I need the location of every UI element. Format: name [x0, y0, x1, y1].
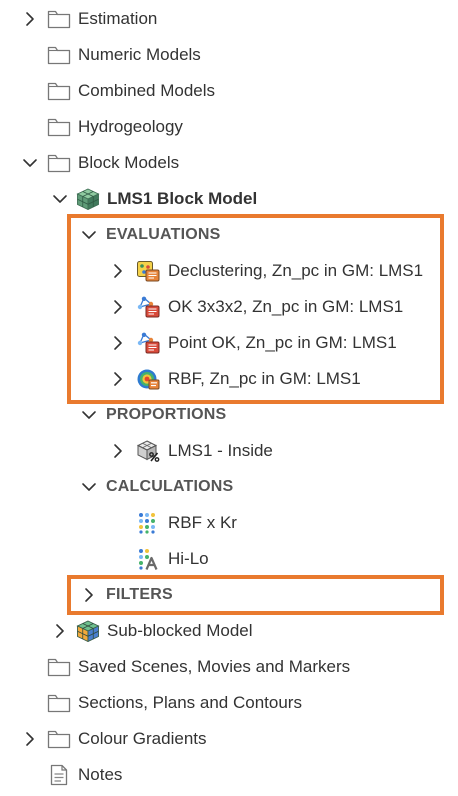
chevron-right-icon[interactable]	[22, 731, 38, 747]
chevron-right-icon[interactable]	[110, 443, 126, 459]
tree-item-evaluation[interactable]: Point OK, Zn_pc in GM: LMS1	[0, 325, 458, 361]
tree-section-calculations[interactable]: CALCULATIONS	[0, 469, 458, 505]
evaluation-icon	[136, 296, 160, 318]
tree-item-label: Estimation	[78, 9, 158, 28]
chevron-right-icon[interactable]	[52, 623, 68, 639]
tree-item-evaluation[interactable]: Declustering, Zn_pc in GM: LMS1	[0, 253, 458, 289]
chevron-down-icon[interactable]	[81, 227, 97, 243]
calculation-icon	[136, 512, 160, 534]
tree-item-saved-scenes[interactable]: Saved Scenes, Movies and Markers	[0, 649, 458, 685]
chevron-right-icon[interactable]	[22, 11, 38, 27]
tree-item-label: LMS1 Block Model	[107, 189, 258, 208]
tree-item-notes[interactable]: Notes	[0, 757, 458, 793]
tree-item-evaluation[interactable]: OK 3x3x2, Zn_pc in GM: LMS1	[0, 289, 458, 325]
notes-icon	[47, 764, 71, 786]
tree-section-filters[interactable]: FILTERS	[0, 577, 458, 613]
sub-blocked-model-icon	[76, 620, 100, 642]
tree-item-label: RBF x Kr	[168, 513, 237, 532]
tree-section-evaluations[interactable]: EVALUATIONS	[0, 217, 458, 253]
folder-icon	[47, 692, 71, 714]
section-label: CALCULATIONS	[106, 478, 234, 495]
chevron-down-icon[interactable]	[81, 479, 97, 495]
tree-item-label: Hi-Lo	[168, 549, 209, 568]
tree-item-calculation[interactable]: Hi-Lo	[0, 541, 458, 577]
tree-item-sub-blocked-model[interactable]: Sub-blocked Model	[0, 613, 458, 649]
tree-item-label: Sub-blocked Model	[107, 621, 253, 640]
chevron-right-icon[interactable]	[81, 587, 97, 603]
chevron-down-icon[interactable]	[22, 155, 38, 171]
project-tree: Estimation Numeric Models Combined Model…	[0, 0, 458, 796]
chevron-right-icon[interactable]	[110, 299, 126, 315]
category-calculation-icon	[136, 548, 160, 570]
section-label: FILTERS	[106, 586, 173, 603]
tree-item-block-models[interactable]: Block Models	[0, 145, 458, 181]
tree-item-estimation[interactable]: Estimation	[0, 1, 458, 37]
tree-item-label: RBF, Zn_pc in GM: LMS1	[168, 369, 361, 388]
folder-icon	[47, 728, 71, 750]
folder-icon	[47, 116, 71, 138]
section-label: EVALUATIONS	[106, 226, 221, 243]
tree-item-label: Combined Models	[78, 81, 216, 100]
folder-icon	[47, 44, 71, 66]
tree-item-colour-gradients[interactable]: Colour Gradients	[0, 721, 458, 757]
tree-item-label: Saved Scenes, Movies and Markers	[78, 657, 351, 676]
tree-item-evaluation[interactable]: RBF, Zn_pc in GM: LMS1	[0, 361, 458, 397]
chevron-right-icon[interactable]	[110, 263, 126, 279]
chevron-right-icon[interactable]	[110, 371, 126, 387]
tree-item-label: OK 3x3x2, Zn_pc in GM: LMS1	[168, 297, 404, 316]
folder-icon	[47, 656, 71, 678]
tree-item-label: LMS1 - Inside	[168, 441, 273, 460]
chevron-right-icon[interactable]	[110, 335, 126, 351]
chevron-down-icon[interactable]	[81, 407, 97, 423]
proportion-icon	[136, 440, 160, 462]
tree-item-calculation[interactable]: RBF x Kr	[0, 505, 458, 541]
tree-item-proportion[interactable]: LMS1 - Inside	[0, 433, 458, 469]
tree-section-proportions[interactable]: PROPORTIONS	[0, 397, 458, 433]
tree-item-label: Block Models	[78, 153, 180, 172]
folder-icon	[47, 152, 71, 174]
tree-item-lms1-block-model[interactable]: LMS1 Block Model	[0, 181, 458, 217]
tree-item-sections-plans[interactable]: Sections, Plans and Contours	[0, 685, 458, 721]
tree-item-label: Sections, Plans and Contours	[78, 693, 302, 712]
section-label: PROPORTIONS	[106, 406, 227, 423]
tree-item-combined-models[interactable]: Combined Models	[0, 73, 458, 109]
evaluation-icon	[136, 260, 160, 282]
tree-item-label: Numeric Models	[78, 45, 201, 64]
block-model-icon	[76, 188, 100, 210]
tree-item-label: Hydrogeology	[78, 117, 183, 136]
folder-icon	[47, 8, 71, 30]
rbf-evaluation-icon	[136, 368, 160, 390]
tree-item-numeric-models[interactable]: Numeric Models	[0, 37, 458, 73]
chevron-down-icon[interactable]	[52, 191, 68, 207]
tree-item-label: Colour Gradients	[78, 729, 207, 748]
tree-item-label: Notes	[78, 765, 123, 784]
folder-icon	[47, 80, 71, 102]
evaluation-icon	[136, 332, 160, 354]
tree-item-label: Declustering, Zn_pc in GM: LMS1	[168, 261, 424, 280]
tree-item-hydrogeology[interactable]: Hydrogeology	[0, 109, 458, 145]
tree-item-label: Point OK, Zn_pc in GM: LMS1	[168, 333, 397, 352]
